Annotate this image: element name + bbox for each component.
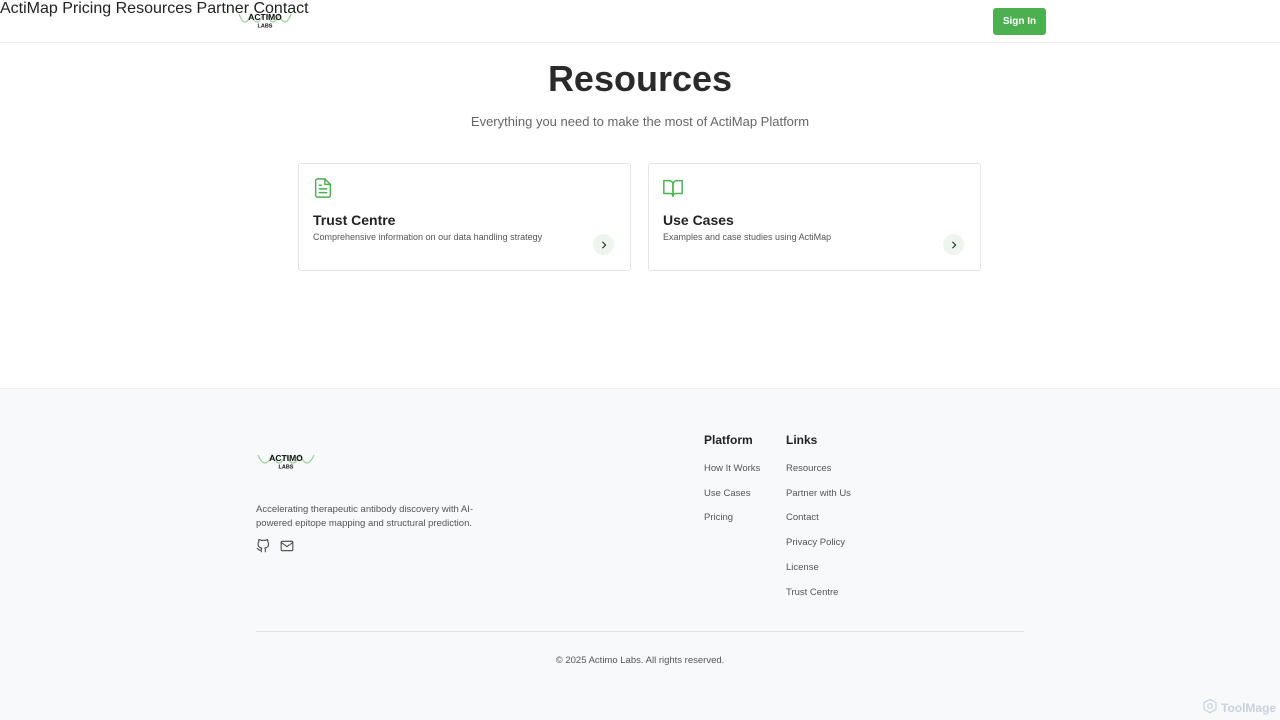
- github-icon[interactable]: [256, 539, 270, 553]
- footer-divider: [256, 631, 1024, 632]
- chevron-right-icon[interactable]: [943, 234, 964, 255]
- card-description: Examples and case studies using ActiMap: [663, 232, 832, 242]
- footer-tagline: Accelerating therapeutic antibody discov…: [256, 504, 474, 529]
- footer-link-pricing[interactable]: Pricing: [704, 512, 733, 523]
- footer-link-contact[interactable]: Contact: [786, 512, 819, 523]
- logo-icon: ACTIMO LABS: [238, 12, 292, 30]
- site-footer: ACTIMO LABS Accelerating therapeutic ant…: [0, 388, 1280, 720]
- nav-actimap[interactable]: ActiMap: [0, 0, 58, 17]
- card-title: Trust Centre: [313, 212, 396, 228]
- copyright: © 2025 Actimo Labs. All rights reserved.: [555, 655, 725, 666]
- chevron-right-icon[interactable]: [593, 234, 614, 255]
- svg-text:ACTIMO: ACTIMO: [248, 12, 282, 22]
- footer-link-partner[interactable]: Partner with Us: [786, 488, 851, 499]
- mail-icon[interactable]: [280, 539, 294, 553]
- card-description: Comprehensive information on our data ha…: [313, 232, 543, 242]
- site-header: ACTIMO LABS ActiMap Pricing Resources Pa…: [0, 0, 1280, 43]
- footer-link-use-cases[interactable]: Use Cases: [704, 488, 750, 499]
- toolmage-logo-icon: [1202, 698, 1218, 717]
- nav-pricing[interactable]: Pricing: [62, 0, 111, 17]
- watermark: ToolMage: [1202, 698, 1276, 717]
- footer-link-how-it-works[interactable]: How It Works: [704, 463, 760, 474]
- footer-platform-heading: Platform: [704, 433, 753, 447]
- logo-icon: ACTIMO LABS: [257, 453, 315, 471]
- logo[interactable]: ACTIMO LABS: [237, 10, 293, 32]
- watermark-text: ToolMage: [1221, 700, 1277, 715]
- footer-logo[interactable]: ACTIMO LABS: [256, 451, 316, 473]
- card-title: Use Cases: [663, 212, 734, 228]
- card-trust-centre[interactable]: Trust Centre Comprehensive information o…: [298, 163, 631, 271]
- footer-link-privacy-policy[interactable]: Privacy Policy: [786, 537, 845, 548]
- card-use-cases[interactable]: Use Cases Examples and case studies usin…: [648, 163, 981, 271]
- sign-in-button[interactable]: Sign In: [993, 8, 1046, 35]
- footer-link-resources[interactable]: Resources: [786, 463, 831, 474]
- svg-text:LABS: LABS: [258, 24, 273, 30]
- footer-link-trust-centre[interactable]: Trust Centre: [786, 587, 838, 598]
- svg-text:LABS: LABS: [279, 465, 294, 471]
- document-icon: [312, 177, 334, 199]
- book-open-icon: [662, 177, 684, 199]
- svg-text:ACTIMO: ACTIMO: [269, 453, 303, 463]
- footer-link-license[interactable]: License: [786, 562, 819, 573]
- nav-resources[interactable]: Resources: [116, 0, 192, 17]
- page-subtitle: Everything you need to make the most of …: [470, 114, 810, 129]
- footer-links-heading: Links: [786, 433, 818, 447]
- page-title: Resources: [547, 58, 733, 99]
